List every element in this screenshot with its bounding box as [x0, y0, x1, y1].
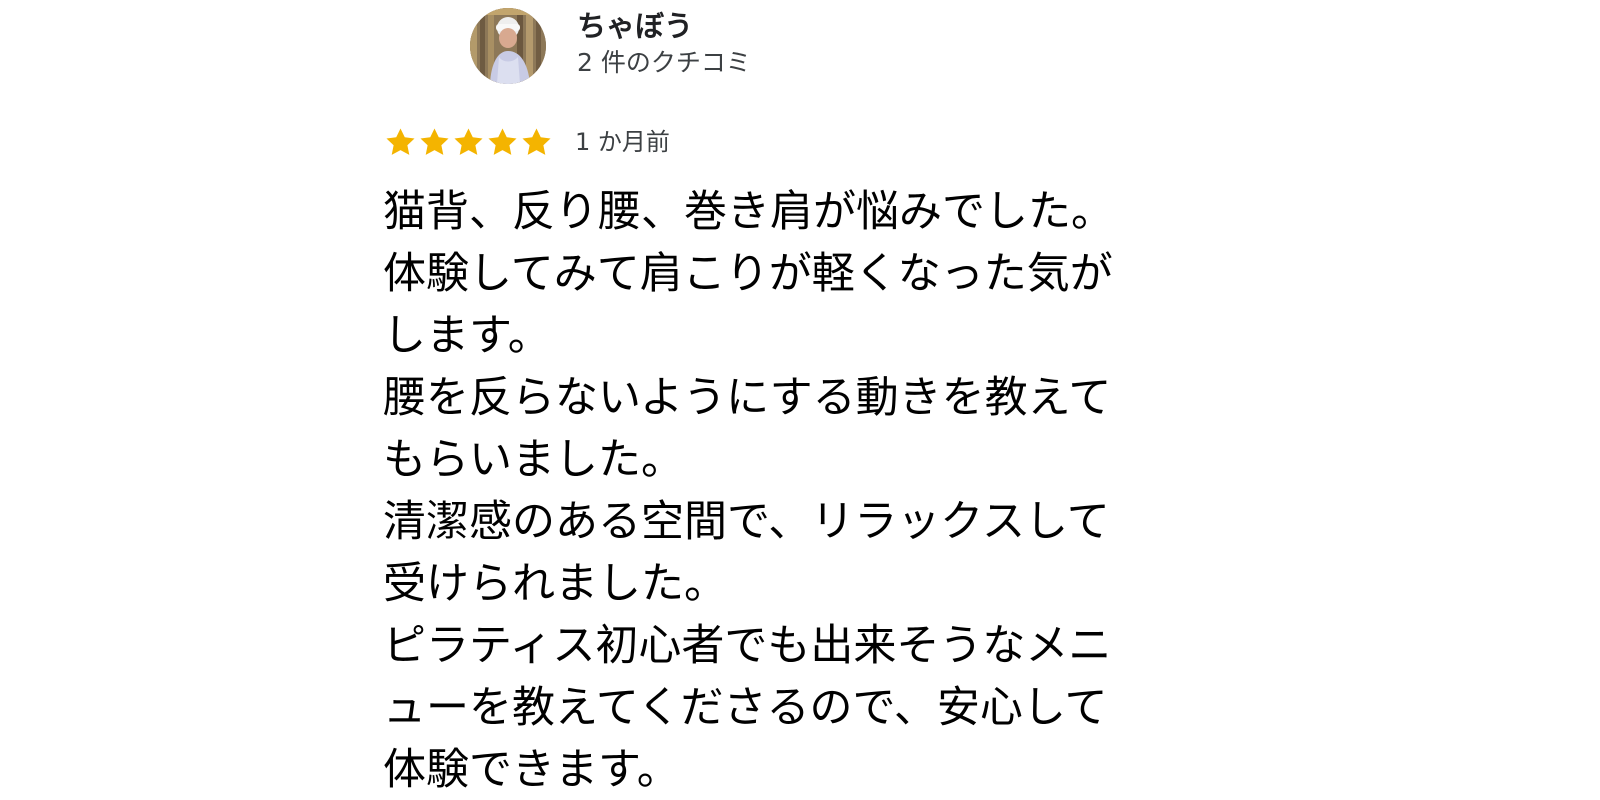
review-line: します。 [383, 311, 551, 361]
star-icon [386, 127, 415, 155]
review-line: ピラティス初心者でも出来そうなメニ [383, 621, 1112, 671]
review-line: 体験できます。 [383, 745, 680, 795]
star-rating [384, 126, 553, 159]
reviewer-avatar[interactable] [470, 8, 546, 84]
star-icon [454, 127, 483, 155]
star-icon [488, 127, 517, 155]
review-line: ューを教えてくださるので、安心して [383, 683, 1108, 733]
star-icon [420, 127, 449, 155]
rating-row: 1 か月前 [384, 124, 670, 160]
review-line: 体験してみて肩こりが軽くなった気が [383, 249, 1113, 299]
review-line: 受けられました。 [383, 559, 727, 609]
review-line: 腰を反らないようにする動きを教えて [383, 373, 1112, 423]
reviewer-review-count[interactable]: 2 件のクチコミ [577, 46, 751, 80]
review-date: 1 か月前 [575, 128, 670, 156]
review-text: 猫背、反り腰、巻き肩が悩みでした。 体験してみて肩こりが軽くなった気が します。… [383, 181, 1203, 800]
review-line: 猫背、反り腰、巻き肩が悩みでした。 [383, 187, 1114, 237]
review-line: 清潔感のある空間で、リラックスして [383, 497, 1110, 547]
avatar-photo-icon [470, 8, 546, 84]
review-card: ちゃぼう 2 件のクチコミ 1 か月前 猫背、反り腰、巻き肩が悩みでした。 体験… [0, 0, 1600, 800]
review-line: もらいました。 [383, 435, 684, 485]
star-icon [522, 127, 551, 155]
reviewer-name[interactable]: ちゃぼう [577, 6, 693, 46]
